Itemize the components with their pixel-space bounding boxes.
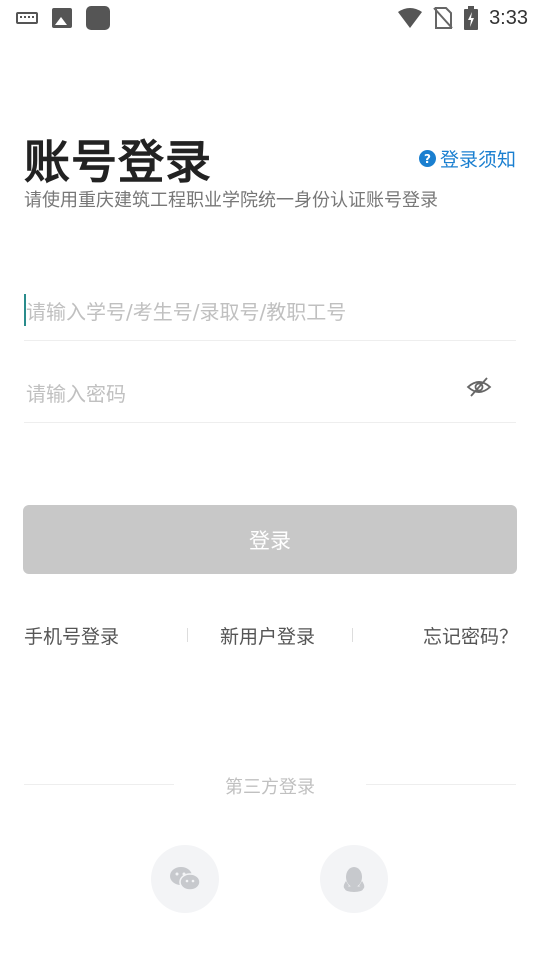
divider	[352, 628, 353, 642]
keyboard-icon	[16, 12, 38, 24]
page-subtitle: 请使用重庆建筑工程职业学院统一身份认证账号登录	[24, 190, 438, 211]
status-left-icons	[16, 6, 110, 30]
password-input[interactable]	[24, 368, 516, 420]
login-options-row: 手机号登录 新用户登录 忘记密码？	[24, 622, 518, 650]
login-button[interactable]: 登录	[23, 505, 517, 574]
login-notice-label: 登录须知	[439, 149, 516, 171]
password-field	[24, 368, 516, 423]
account-input[interactable]	[24, 286, 516, 338]
divider	[187, 628, 188, 642]
image-icon	[52, 8, 72, 28]
help-icon: ?	[418, 150, 436, 167]
third-party-divider-right	[366, 784, 516, 785]
app-square-icon	[86, 6, 110, 30]
page-title: 账号登录	[24, 135, 212, 189]
new-user-login-link[interactable]: 新用户登录	[220, 622, 315, 649]
status-bar: 3:33	[0, 0, 540, 36]
wechat-icon	[170, 867, 201, 891]
text-caret	[24, 294, 26, 326]
wifi-icon	[398, 8, 423, 28]
login-notice-link[interactable]: ? 登录须知	[418, 145, 516, 172]
battery-charging-icon	[464, 6, 479, 30]
wechat-login-button[interactable]	[151, 845, 219, 913]
status-time: 3:33	[489, 6, 528, 29]
eye-off-icon[interactable]	[466, 374, 492, 400]
third-party-label: 第三方登录	[225, 777, 315, 798]
phone-login-link[interactable]: 手机号登录	[24, 622, 119, 649]
status-right-icons: 3:33	[397, 4, 528, 32]
account-field	[24, 286, 516, 341]
qq-icon	[343, 867, 365, 892]
no-sim-icon	[433, 7, 453, 29]
forgot-password-link[interactable]: 忘记密码？	[423, 622, 518, 649]
qq-login-button[interactable]	[320, 845, 388, 913]
